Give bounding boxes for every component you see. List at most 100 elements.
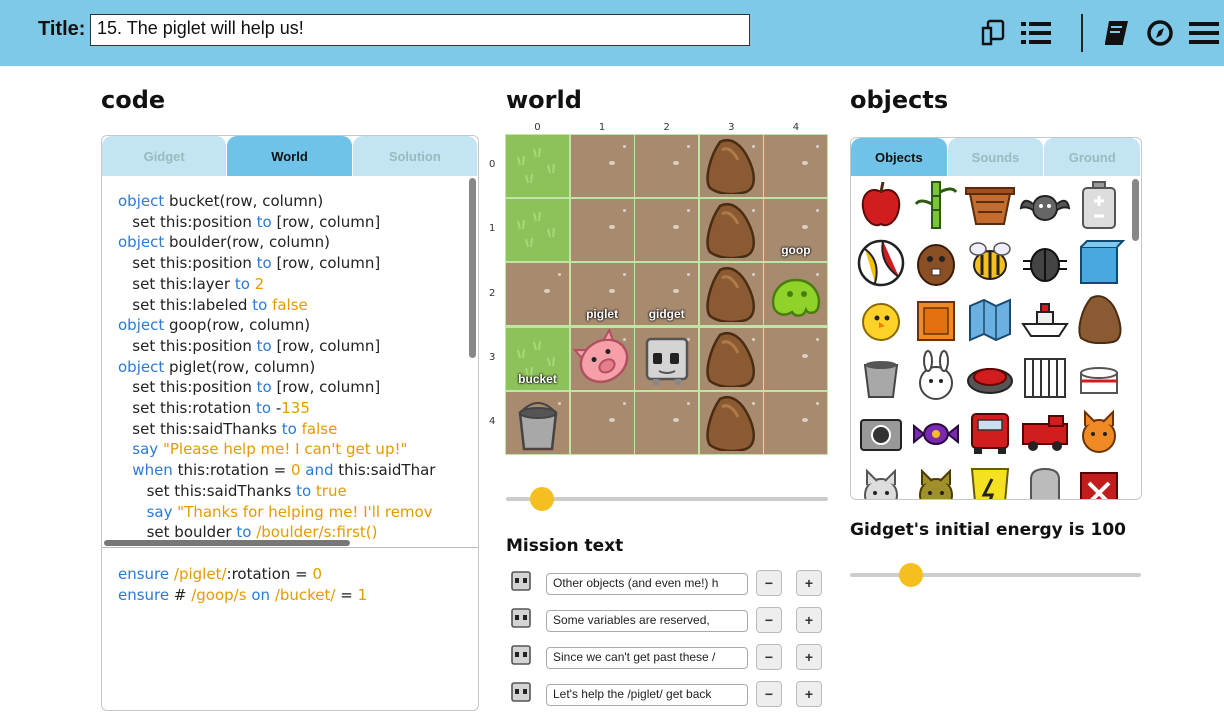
mission-text-input[interactable]: Since we can't get past these /: [546, 647, 748, 669]
cake-icon[interactable]: [1073, 349, 1125, 401]
orange-box-icon[interactable]: [910, 292, 962, 344]
world-cell[interactable]: [570, 199, 634, 262]
bee-icon[interactable]: [964, 235, 1016, 287]
world-cell[interactable]: [764, 327, 828, 390]
add-line-button[interactable]: +: [796, 644, 822, 670]
code-line: object bucket(row, column): [118, 192, 323, 210]
orange-cat-icon[interactable]: [1073, 406, 1125, 458]
boulder-sprite[interactable]: [702, 329, 760, 391]
cage-icon[interactable]: [1019, 349, 1071, 401]
blue-box-icon[interactable]: [1073, 235, 1126, 287]
bunny-icon[interactable]: [910, 349, 962, 401]
code-token: set this:saidThanks: [118, 419, 282, 438]
battery-icon[interactable]: [1073, 178, 1125, 230]
code-line: set this:saidThanks to true: [118, 482, 347, 500]
time-slider-track[interactable]: [506, 497, 828, 501]
code-token: set this:position: [118, 378, 257, 397]
apple-icon[interactable]: [855, 178, 907, 230]
tab-sounds[interactable]: Sounds: [947, 138, 1044, 176]
bucket-icon[interactable]: [855, 349, 907, 401]
camera-icon[interactable]: [855, 406, 907, 458]
battery-yellow-icon[interactable]: [964, 463, 1016, 499]
world-cell[interactable]: [570, 135, 634, 197]
list-icon[interactable]: [1019, 18, 1053, 48]
goal-editor[interactable]: ensure /piglet/:rotation = 0 ensure # /go…: [102, 549, 478, 709]
gidget-sprite[interactable]: [637, 329, 695, 391]
world-grid[interactable]: goop piglet gidget bucket: [505, 134, 828, 455]
pebble: [608, 289, 615, 294]
world-cell[interactable]: [764, 391, 828, 454]
row-number: 3: [489, 351, 496, 363]
time-slider-knob[interactable]: [530, 487, 555, 511]
menu-icon[interactable]: [1187, 18, 1221, 48]
world-cell[interactable]: [635, 135, 699, 197]
mission-text-input[interactable]: Let's help the /piglet/ get back: [546, 684, 748, 706]
copy-icon[interactable]: [977, 18, 1009, 48]
bamboo-icon[interactable]: [910, 178, 962, 230]
energy-slider-knob[interactable]: [899, 563, 924, 587]
piglet-sprite[interactable]: [572, 327, 631, 391]
code-vertical-scrollbar[interactable]: [469, 178, 476, 358]
code-token: goop(row, column): [164, 316, 311, 335]
world-cell[interactable]: [764, 135, 828, 197]
beetle-icon[interactable]: [1019, 235, 1071, 287]
tab-ground[interactable]: Ground: [1044, 138, 1141, 176]
bucket-sprite[interactable]: [508, 393, 566, 455]
beaver-icon[interactable]: [910, 235, 962, 287]
goop-sprite[interactable]: [766, 264, 824, 326]
boulder-icon[interactable]: [1073, 292, 1125, 345]
red-x-box-icon[interactable]: [1073, 463, 1125, 499]
objects-scrollbar[interactable]: [1132, 179, 1139, 241]
chick-icon[interactable]: [855, 292, 907, 344]
column-number: 4: [792, 122, 800, 133]
bat-icon[interactable]: [1019, 178, 1071, 230]
world-cell[interactable]: [635, 199, 699, 262]
code-editor[interactable]: object bucket(row, column) set this:posi…: [102, 176, 478, 548]
basket-icon[interactable]: [964, 178, 1016, 230]
world-cell[interactable]: [506, 199, 569, 262]
map-icon[interactable]: [964, 292, 1016, 344]
tab-solution[interactable]: Solution: [352, 136, 477, 176]
mission-text-input[interactable]: Other objects (and even me!) h: [546, 573, 748, 595]
olive-cat-icon[interactable]: [910, 463, 962, 499]
book-icon[interactable]: [1101, 18, 1131, 48]
button-icon[interactable]: [964, 349, 1016, 401]
boulder-sprite[interactable]: [702, 264, 760, 326]
world-cell[interactable]: [635, 391, 699, 454]
boulder-sprite[interactable]: [702, 200, 760, 262]
red-car-icon[interactable]: [964, 406, 1016, 458]
pebble: [622, 273, 626, 277]
beachball-icon[interactable]: [855, 235, 907, 287]
tab-world[interactable]: World: [227, 136, 352, 176]
boat-icon[interactable]: [1019, 292, 1071, 344]
tab-objects[interactable]: Objects: [851, 138, 947, 176]
app-root: Title: 15. The piglet will help us! code…: [0, 0, 1224, 713]
code-token: "Please help me! I can't get up!": [162, 440, 408, 459]
compass-icon[interactable]: [1145, 18, 1175, 48]
remove-line-button[interactable]: −: [756, 607, 782, 633]
pebble: [802, 417, 809, 422]
add-line-button[interactable]: +: [796, 681, 822, 707]
add-line-button[interactable]: +: [796, 607, 822, 633]
truck-icon[interactable]: [1019, 406, 1071, 458]
remove-line-button[interactable]: −: [756, 570, 782, 596]
code-line: ensure # /goop/s on /bucket/ = 1: [118, 586, 367, 604]
add-line-button[interactable]: +: [796, 570, 822, 596]
world-cell[interactable]: [506, 135, 569, 197]
object-tabs: Objects Sounds Ground: [851, 138, 1141, 176]
code-token: say: [118, 440, 163, 459]
pebble: [687, 209, 691, 213]
tab-gidget[interactable]: Gidget: [102, 136, 227, 176]
mission-text-input[interactable]: Some variables are reserved,: [546, 610, 748, 632]
tombstone-icon[interactable]: [1019, 463, 1071, 499]
energy-slider-track[interactable]: [850, 573, 1141, 577]
candy-icon[interactable]: [910, 406, 962, 458]
boulder-sprite[interactable]: [702, 136, 760, 198]
title-input[interactable]: 15. The piglet will help us!: [90, 14, 750, 46]
boulder-sprite[interactable]: [702, 393, 760, 455]
world-cell[interactable]: [506, 263, 569, 326]
world-cell[interactable]: [570, 391, 634, 454]
grey-cat-icon[interactable]: [855, 463, 907, 499]
remove-line-button[interactable]: −: [756, 644, 782, 670]
remove-line-button[interactable]: −: [756, 681, 782, 707]
